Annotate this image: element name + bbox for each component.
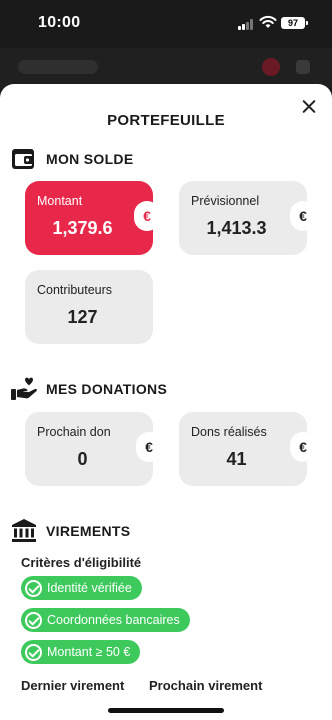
card-dons-realises[interactable]: Dons réalisés 41 € — [179, 412, 316, 486]
euro-icon: € — [290, 432, 316, 462]
card-montant[interactable]: Montant 1,379.6 € — [25, 181, 160, 255]
last-transfer-label: Dernier virement — [21, 678, 125, 693]
section-virements-header: VIREMENTS — [10, 518, 130, 544]
wifi-icon — [259, 15, 277, 28]
bank-icon — [12, 519, 36, 542]
status-time: 10:00 — [38, 14, 81, 31]
home-indicator[interactable] — [108, 708, 224, 713]
status-bar: 10:00 97 — [0, 0, 332, 48]
sheet-title: PORTEFEUILLE — [107, 112, 225, 129]
eligibility-title: Critères d'éligibilité — [21, 555, 142, 570]
card-previsionnel-label: Prévisionnel — [191, 194, 260, 208]
check-icon — [25, 611, 42, 629]
close-icon[interactable] — [298, 96, 320, 118]
card-contributeurs-value: 127 — [67, 307, 98, 327]
card-contributeurs[interactable]: Contributeurs 127 — [25, 270, 153, 344]
criteria-badge: Identité vérifiée — [21, 576, 142, 600]
euro-icon: € — [136, 432, 162, 462]
criteria-label: Identité vérifiée — [47, 581, 132, 595]
criteria-label: Montant ≥ 50 € — [47, 645, 131, 659]
section-donations-header: MES DONATIONS — [10, 376, 167, 402]
battery-indicator: 97 — [281, 17, 308, 29]
card-montant-label: Montant — [37, 194, 83, 208]
euro-icon: € — [290, 201, 316, 231]
criteria-label: Coordonnées bancaires — [47, 613, 180, 627]
card-previsionnel[interactable]: Prévisionnel 1,413.3 € — [179, 181, 316, 255]
card-previsionnel-value: 1,413.3 — [206, 218, 267, 238]
card-prochain-don[interactable]: Prochain don 0 € — [25, 412, 162, 486]
section-solde-title: MON SOLDE — [46, 151, 134, 167]
section-solde-header: MON SOLDE — [10, 146, 133, 172]
wallet-sheet: PORTEFEUILLE MON SOLDE Montant 1,379.6 €… — [0, 84, 332, 720]
card-dons-realises-value: 41 — [226, 449, 247, 469]
criteria-badge: Montant ≥ 50 € — [21, 640, 141, 664]
cellular-signal-icon — [238, 19, 256, 30]
hand-heart-icon — [11, 377, 37, 400]
card-prochain-don-value: 0 — [77, 449, 88, 469]
background-app-header — [0, 48, 332, 88]
next-transfer-label: Prochain virement — [149, 678, 263, 693]
card-contributeurs-label: Contributeurs — [37, 283, 113, 297]
card-dons-realises-label: Dons réalisés — [191, 425, 267, 439]
wallet-icon — [12, 149, 34, 169]
euro-icon: € — [134, 201, 160, 231]
section-donations-title: MES DONATIONS — [46, 381, 168, 397]
criteria-badge: Coordonnées bancaires — [21, 608, 190, 632]
check-icon — [25, 579, 42, 597]
check-icon — [25, 643, 42, 661]
section-virements-title: VIREMENTS — [46, 523, 131, 539]
card-prochain-don-label: Prochain don — [37, 425, 111, 439]
card-montant-value: 1,379.6 — [52, 218, 113, 238]
